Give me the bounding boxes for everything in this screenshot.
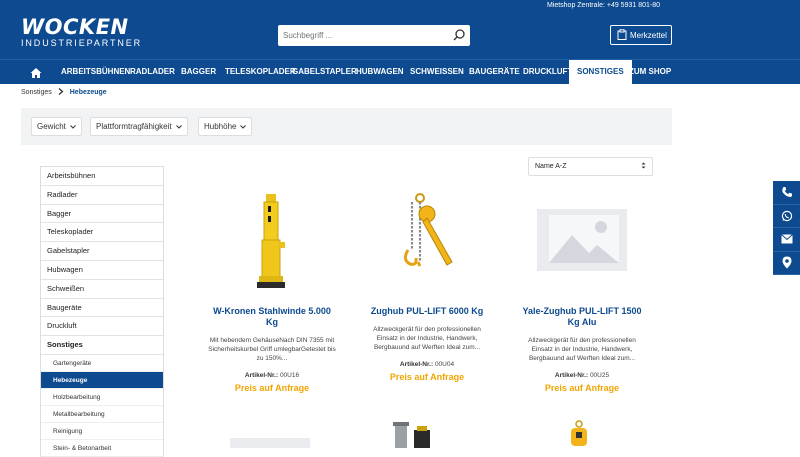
product-price: Preis auf Anfrage — [389, 372, 465, 382]
product-article-number: Artikel-Nr.: 00U04 — [362, 361, 492, 368]
product-image-placeholder[interactable] — [517, 190, 647, 290]
nav-item-zum-shop[interactable]: ZUM SHOP — [629, 60, 671, 85]
product-price: Preis auf Anfrage — [544, 383, 620, 393]
whatsapp-icon[interactable] — [773, 205, 800, 228]
article-value: 00U25 — [589, 372, 610, 379]
breadcrumb-current[interactable]: Hebezeuge — [70, 89, 107, 96]
product-image-lever-hoist[interactable] — [362, 190, 492, 290]
nav-item-radlader[interactable]: RADLADER — [130, 60, 175, 85]
product-card[interactable]: W-Kronen Stahlwinde 5.000 Kg Mit hebende… — [207, 190, 337, 393]
nav-item-gabelstapler[interactable]: GABELSTAPLER — [292, 60, 357, 85]
product-description: Mit hebendem GehäuseNach DIN 7355 mit Si… — [208, 337, 336, 362]
home-icon[interactable] — [30, 66, 42, 84]
nav-item-bagger[interactable]: BAGGER — [181, 60, 216, 85]
product-title[interactable]: Zughub PUL-LIFT 6000 Kg — [362, 306, 492, 317]
logo-main: WOCKEN — [21, 15, 129, 39]
product-description: Allzweckgerät für den professionellen Ei… — [528, 337, 636, 362]
phone-line[interactable]: Mietshop Zentrale: +49 5931 801-80 — [547, 2, 660, 9]
sidebar-item-druckluft[interactable]: Druckluft — [41, 317, 163, 337]
article-label: Artikel-Nr.: — [554, 372, 589, 379]
product-description: Allzweckgerät für den professionellen Ei… — [373, 326, 481, 351]
article-value: 00U04 — [434, 361, 455, 368]
sort-arrows-icon — [641, 162, 646, 171]
clipboard-icon — [617, 28, 627, 42]
product-card[interactable]: Yale-Zughub PUL-LIFT 1500 Kg Alu Allzwec… — [517, 190, 647, 393]
sidebar-subitem-hebezeuge[interactable]: Hebezeuge — [41, 371, 163, 389]
nav-item-teleskoplader[interactable]: TELESKOPLADER — [225, 60, 296, 85]
sidebar-item-schweissen[interactable]: Schweißen — [41, 280, 163, 299]
sidebar-subitem-stein-betonarbeit[interactable]: Stein- & Betonarbeit — [41, 440, 163, 457]
article-label: Artikel-Nr.: — [244, 372, 279, 379]
merkzettel-button[interactable]: Merkzettel — [610, 25, 672, 45]
sidebar-subitem-metallbearbeitung[interactable]: Metallbearbeitung — [41, 406, 163, 423]
breadcrumb-parent[interactable]: Sonstiges — [21, 89, 52, 96]
product-title[interactable]: W-Kronen Stahlwinde 5.000 Kg — [207, 306, 337, 328]
product-article-number: Artikel-Nr.: 00U16 — [207, 372, 337, 379]
sidebar-item-gabelstapler[interactable]: Gabelstapler — [41, 242, 163, 261]
product-image-jack[interactable] — [207, 190, 337, 290]
nav-item-hubwagen[interactable]: HUBWAGEN — [356, 60, 404, 85]
nav-item-druckluft[interactable]: DRUCKLUFT — [523, 60, 572, 85]
sidebar-item-hubwagen[interactable]: Hubwagen — [41, 261, 163, 280]
sidebar-item-baugeraete[interactable]: Baugeräte — [41, 299, 163, 318]
main-nav: ARBEITSBÜHNEN RADLADER BAGGER TELESKOPLA… — [0, 59, 800, 85]
location-icon[interactable] — [773, 252, 800, 275]
filter-hubhoehe[interactable]: Hubhöhe — [198, 117, 253, 136]
logo[interactable]: WOCKEN INDUSTRIEPARTNER — [21, 15, 143, 49]
sidebar-subitem-gartengeraete[interactable]: Gartengeräte — [41, 355, 163, 372]
nav-item-schweissen[interactable]: SCHWEISSEN — [410, 60, 464, 85]
filter-bar: Gewicht Plattformtragfähigkeit Hubhöhe — [21, 108, 672, 145]
filter-plattformtragfaehigkeit[interactable]: Plattformtragfähigkeit — [90, 117, 188, 136]
logo-sub: INDUSTRIEPARTNER — [21, 38, 143, 48]
sort-selected: Name A-Z — [535, 163, 567, 170]
contact-icon-bar — [773, 181, 800, 275]
mail-icon[interactable] — [773, 228, 800, 252]
nav-item-baugeraete[interactable]: BAUGERÄTE — [469, 60, 520, 85]
filter-label: Gewicht — [37, 122, 66, 131]
filter-gewicht[interactable]: Gewicht — [31, 117, 82, 136]
chevron-down-icon — [70, 122, 76, 131]
sidebar-subitem-reinigung[interactable]: Reinigung — [41, 423, 163, 440]
sidebar-item-arbeitsbuehnen[interactable]: Arbeitsbühnen — [41, 167, 163, 186]
product-price: Preis auf Anfrage — [234, 383, 310, 393]
category-sidebar: Arbeitsbühnen Radlader Bagger Teleskopla… — [40, 166, 164, 457]
product-image-partial[interactable] — [230, 438, 310, 448]
phone-icon[interactable] — [773, 181, 800, 205]
product-image-partial[interactable] — [568, 420, 590, 448]
nav-item-sonstiges[interactable]: SONSTIGES — [569, 60, 632, 85]
search-box — [278, 25, 470, 46]
chevron-down-icon — [175, 122, 182, 131]
filter-label: Plattformtragfähigkeit — [96, 122, 172, 131]
search-icon[interactable] — [452, 28, 467, 43]
nav-item-arbeitsbuehnen[interactable]: ARBEITSBÜHNEN — [61, 60, 130, 85]
sidebar-item-radlader[interactable]: Radlader — [41, 186, 163, 205]
product-image-partial[interactable] — [390, 420, 435, 448]
product-article-number: Artikel-Nr.: 00U25 — [517, 372, 647, 379]
chevron-down-icon — [240, 122, 247, 131]
product-title[interactable]: Yale-Zughub PUL-LIFT 1500 Kg Alu — [517, 306, 647, 328]
product-card[interactable]: Zughub PUL-LIFT 6000 Kg Allzweckgerät fü… — [362, 190, 492, 382]
sidebar-item-teleskoplader[interactable]: Teleskoplader — [41, 223, 163, 243]
filter-label: Hubhöhe — [204, 122, 237, 131]
sort-select[interactable]: Name A-Z — [528, 157, 653, 176]
article-value: 00U16 — [279, 372, 300, 379]
sidebar-item-bagger[interactable]: Bagger — [41, 205, 163, 224]
sidebar-item-sonstiges[interactable]: Sonstiges — [41, 336, 163, 355]
breadcrumb: Sonstiges Hebezeuge — [21, 88, 107, 97]
chevron-right-icon — [58, 88, 64, 97]
site-header: Mietshop Zentrale: +49 5931 801-80 WOCKE… — [0, 0, 800, 59]
merkzettel-label: Merkzettel — [630, 30, 667, 40]
search-input[interactable] — [278, 25, 443, 46]
sidebar-subitem-holzbearbeitung[interactable]: Holzbearbeitung — [41, 389, 163, 406]
article-label: Artikel-Nr.: — [399, 361, 434, 368]
